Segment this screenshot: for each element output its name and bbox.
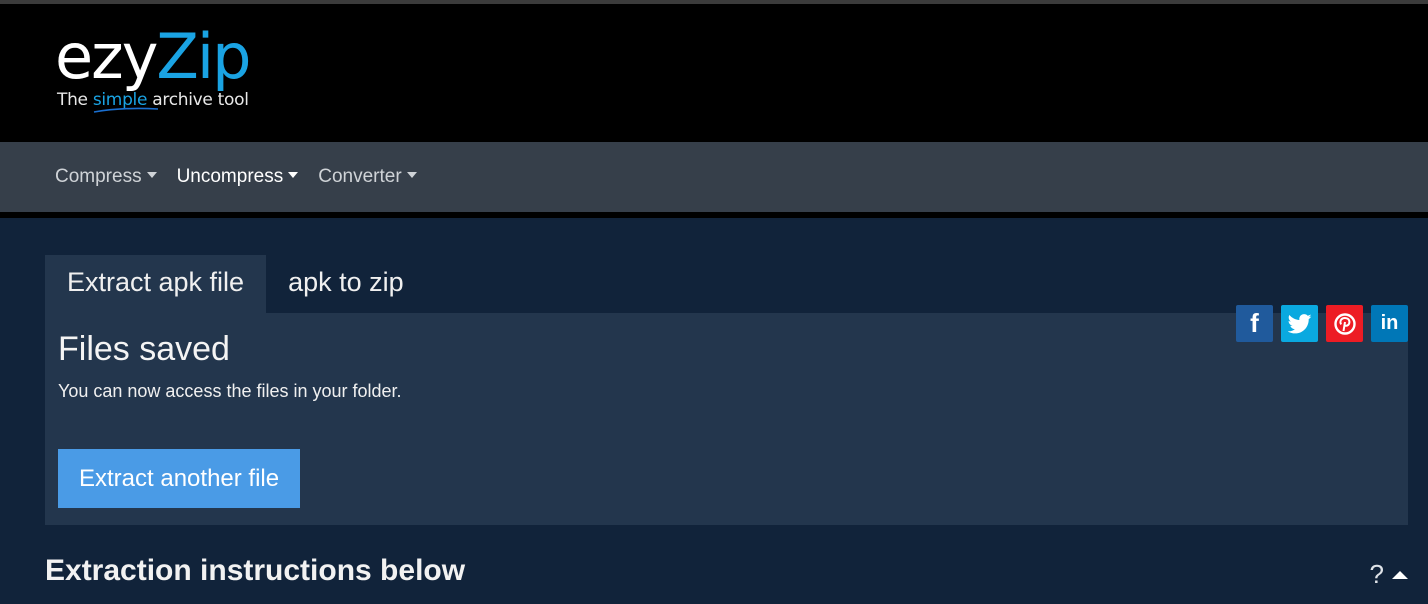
nav-divider	[0, 212, 1428, 218]
nav-converter-label: Converter	[318, 166, 402, 187]
nav-compress[interactable]: Compress	[55, 166, 157, 188]
tagline-post: archive tool	[147, 90, 249, 110]
swoosh-underline-icon	[93, 107, 159, 113]
instructions-title: Extraction instructions below	[45, 554, 466, 587]
chevron-down-icon	[406, 172, 417, 178]
nav-converter[interactable]: Converter	[318, 166, 417, 188]
help-icon[interactable]: ?	[1370, 559, 1384, 590]
logo-zip: Zip	[156, 20, 251, 93]
share-twitter-button[interactable]	[1281, 305, 1318, 342]
share-linkedin-button[interactable]: in	[1371, 305, 1408, 342]
result-title: Files saved	[58, 330, 230, 368]
ezyzip-logo[interactable]: ezyZip The simple archive tool	[55, 24, 251, 113]
nav-uncompress[interactable]: Uncompress	[177, 166, 299, 188]
share-facebook-button[interactable]: f	[1236, 305, 1273, 342]
instructions-tools: ?	[1370, 559, 1408, 590]
main-content: Extract apk file apk to zip f in Files s…	[0, 255, 1428, 603]
pinterest-icon	[1333, 312, 1356, 335]
extract-another-file-button[interactable]: Extract another file	[58, 449, 301, 508]
logo-ezy: ezy	[55, 20, 158, 93]
logo-tagline: The simple archive tool	[57, 90, 249, 113]
result-message: You can now access the files in your fol…	[58, 381, 402, 401]
share-pinterest-button[interactable]	[1326, 305, 1363, 342]
nav-uncompress-label: Uncompress	[176, 166, 284, 187]
linkedin-icon: in	[1380, 312, 1399, 334]
share-buttons: f in	[1236, 305, 1408, 342]
nav-compress-label: Compress	[55, 166, 142, 187]
tab-apk-to-zip[interactable]: apk to zip	[266, 255, 426, 313]
chevron-down-icon	[288, 172, 299, 178]
main-nav: Compress Uncompress Converter	[0, 142, 1428, 212]
chevron-down-icon	[146, 172, 157, 178]
site-header: ezyZip The simple archive tool	[0, 4, 1428, 142]
facebook-icon: f	[1250, 308, 1259, 338]
result-panel: Files saved You can now access the files…	[45, 313, 1408, 525]
tab-extract-apk[interactable]: Extract apk file	[45, 255, 267, 313]
twitter-icon	[1287, 313, 1311, 333]
tagline-pre: The	[57, 90, 93, 110]
logo-wordmark: ezyZip	[55, 24, 251, 90]
tool-tabs: Extract apk file apk to zip	[45, 255, 1428, 313]
instructions-section: Extraction instructions below ?	[45, 553, 1408, 603]
chevron-up-icon[interactable]	[1392, 570, 1408, 579]
